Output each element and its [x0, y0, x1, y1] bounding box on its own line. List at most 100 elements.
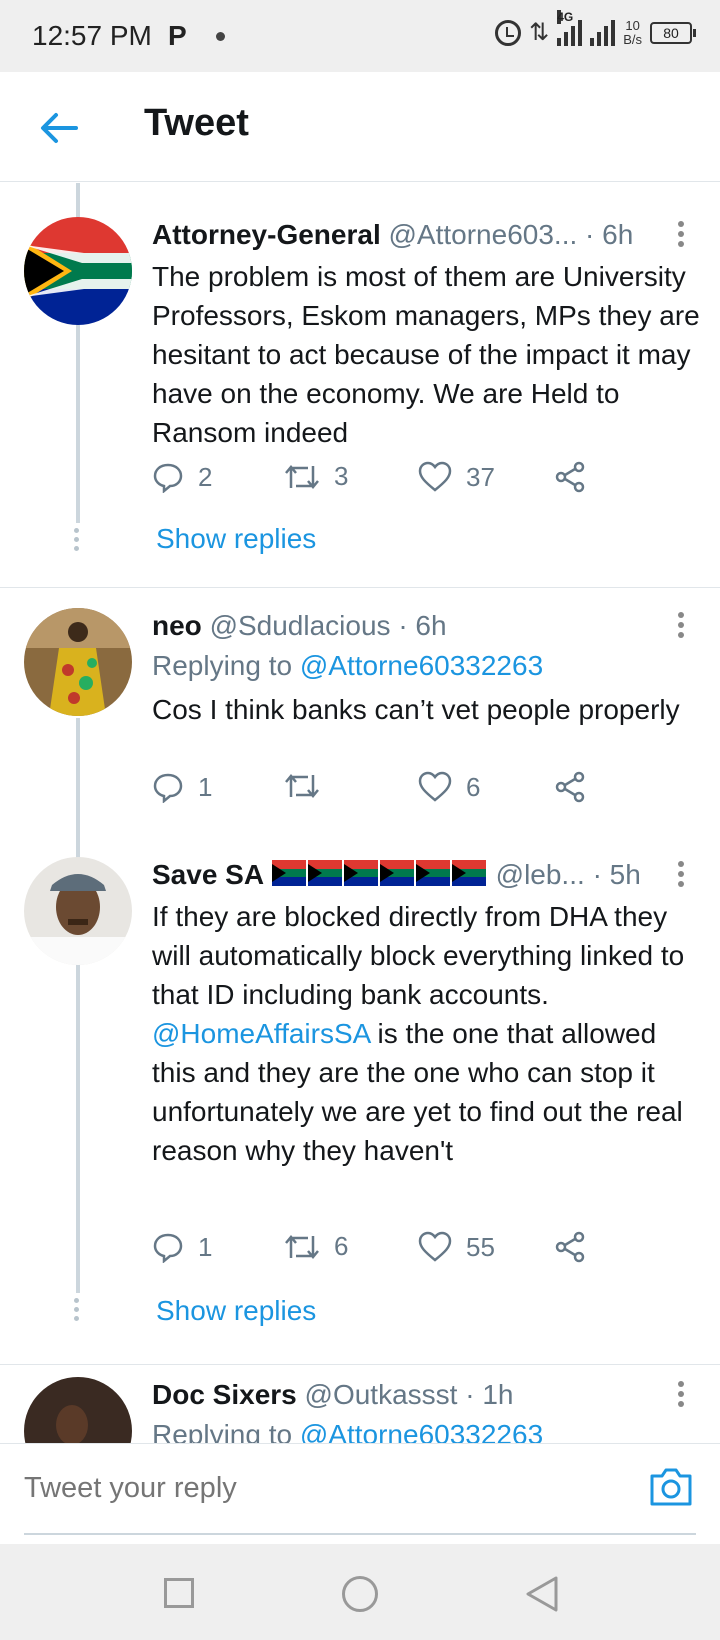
system-nav-bar: [0, 1544, 720, 1640]
reply-composer: [0, 1443, 720, 1543]
reply-feed[interactable]: Attorney-General @Attorne603... · 6h The…: [0, 183, 720, 1443]
show-replies-link[interactable]: Show replies: [156, 523, 316, 555]
replying-to: Replying to @Attorne60332263: [152, 648, 700, 684]
tweet-time: · 6h: [398, 610, 447, 641]
signal-icon: 4G: [557, 9, 583, 46]
user-name[interactable]: Save SA: [152, 859, 264, 890]
more-options-icon[interactable]: [678, 221, 686, 249]
reply-button[interactable]: 1: [152, 771, 212, 803]
like-button[interactable]: 37: [418, 461, 495, 493]
flag-emojis: [271, 859, 488, 895]
data-transfer-icon: ⇅: [529, 19, 550, 46]
user-name[interactable]: Attorney-General: [152, 219, 381, 250]
tweet-time: · 6h: [585, 219, 634, 250]
heart-icon: [418, 771, 452, 802]
share-button[interactable]: [554, 461, 586, 493]
tweet-time: · 5h: [592, 859, 641, 890]
replying-to-mention[interactable]: @Attorne60332263: [300, 1419, 543, 1443]
thread-dots: [74, 528, 80, 555]
retweet-button[interactable]: 3: [284, 461, 348, 492]
reply-icon: [153, 1233, 183, 1263]
retweet-icon: [285, 1234, 319, 1259]
reply-count: 2: [198, 461, 213, 492]
tweet-meta: Save SA @leb... · 5h: [152, 857, 700, 895]
share-button[interactable]: [554, 771, 586, 803]
like-button[interactable]: 6: [418, 771, 480, 803]
replying-to-mention[interactable]: @Attorne60332263: [300, 650, 543, 681]
speed-value: 10: [625, 17, 640, 33]
reply-button[interactable]: 1: [152, 1231, 212, 1263]
camera-icon[interactable]: [648, 1466, 694, 1508]
retweet-icon: [285, 774, 319, 798]
tweet-neo[interactable]: neo @Sdudlacious · 6h Replying to @Attor…: [0, 588, 720, 978]
share-icon: [555, 461, 585, 493]
mention-homeaffairssa[interactable]: @HomeAffairsSA: [152, 1018, 370, 1049]
tweet-doc-sixers[interactable]: Doc Sixers @Outkassst · 1h Replying to @…: [0, 1365, 720, 1443]
user-name[interactable]: Doc Sixers: [152, 1379, 297, 1410]
tweet-text: Cos I think banks can’t vet people prope…: [152, 694, 680, 725]
system-back-button[interactable]: [524, 1574, 560, 1614]
share-button[interactable]: [554, 1231, 586, 1263]
like-count: 55: [466, 1231, 495, 1262]
tweet-text: The problem is most of them are Universi…: [152, 261, 700, 448]
replying-to: Replying to @Attorne60332263: [152, 1417, 700, 1443]
tweet-attorney-general[interactable]: Attorney-General @Attorne603... · 6h The…: [0, 183, 720, 588]
home-button[interactable]: [342, 1576, 378, 1612]
tweet-time: · 1h: [465, 1379, 514, 1410]
reply-count: 1: [198, 771, 213, 802]
share-icon: [555, 1231, 585, 1263]
app-notification-icon: P: [168, 20, 187, 51]
tweet-text-part: If they are blocked directly from DHA th…: [152, 900, 685, 1010]
user-handle[interactable]: @Sdudlacious: [210, 610, 391, 641]
avatar-save-sa[interactable]: [24, 857, 132, 965]
speed-unit: B/s: [623, 31, 642, 47]
retweet-button[interactable]: [284, 771, 334, 801]
avatar-neo[interactable]: [24, 608, 132, 716]
network-type: 4G: [557, 9, 574, 24]
tweet-actions: 1 6: [152, 771, 632, 811]
retweet-button[interactable]: 6: [284, 1231, 348, 1262]
like-count: 37: [466, 461, 495, 492]
tweet-meta: neo @Sdudlacious · 6h: [152, 608, 700, 644]
more-options-icon[interactable]: [678, 1381, 686, 1409]
tweet-save-sa[interactable]: Save SA @leb... · 5h If they are blocked…: [0, 843, 720, 1365]
signal-icon-2: [590, 19, 616, 46]
like-count: 6: [466, 771, 481, 802]
retweet-icon: [285, 464, 319, 489]
tweet-meta: Doc Sixers @Outkassst · 1h: [152, 1377, 700, 1413]
replying-to-label: Replying to: [152, 1419, 300, 1443]
user-name[interactable]: neo: [152, 610, 202, 641]
more-options-icon[interactable]: [678, 861, 686, 889]
retweet-count: 3: [334, 461, 349, 491]
thread-line: [76, 973, 80, 1293]
tweet-reply-input[interactable]: [24, 1472, 584, 1505]
more-options-icon[interactable]: [678, 612, 686, 640]
avatar-doc-sixers[interactable]: [24, 1377, 132, 1443]
back-arrow-icon[interactable]: [34, 104, 82, 152]
avatar-sa-flag[interactable]: [24, 217, 132, 325]
page-title: Tweet: [144, 102, 249, 144]
heart-icon: [418, 461, 452, 492]
reply-icon: [153, 773, 183, 803]
user-handle[interactable]: @Attorne603...: [389, 219, 578, 250]
replying-to-label: Replying to: [152, 650, 300, 681]
reply-button[interactable]: 2: [152, 461, 212, 493]
reply-icon: [153, 463, 183, 493]
recents-button[interactable]: [164, 1578, 194, 1608]
input-underline: [24, 1533, 696, 1535]
share-icon: [555, 771, 585, 803]
tweet-actions: 1 6 55: [152, 1231, 632, 1271]
tweet-actions: 2 3 37: [152, 461, 632, 501]
heart-icon: [418, 1231, 452, 1262]
reply-count: 1: [198, 1231, 213, 1262]
status-time: 12:57 PM: [32, 20, 152, 51]
alarm-icon: [495, 19, 522, 46]
user-handle[interactable]: @leb...: [496, 859, 585, 890]
tweet-meta: Attorney-General @Attorne603... · 6h: [152, 217, 700, 253]
like-button[interactable]: 55: [418, 1231, 495, 1263]
user-handle[interactable]: @Outkassst: [305, 1379, 458, 1410]
thread-dots: [74, 1298, 80, 1325]
status-bar: 12:57 PM P ⇅ 4G 10 B/s 80: [0, 0, 720, 72]
tweet-text: If they are blocked directly from DHA th…: [152, 897, 700, 1170]
show-replies-link[interactable]: Show replies: [156, 1295, 316, 1327]
